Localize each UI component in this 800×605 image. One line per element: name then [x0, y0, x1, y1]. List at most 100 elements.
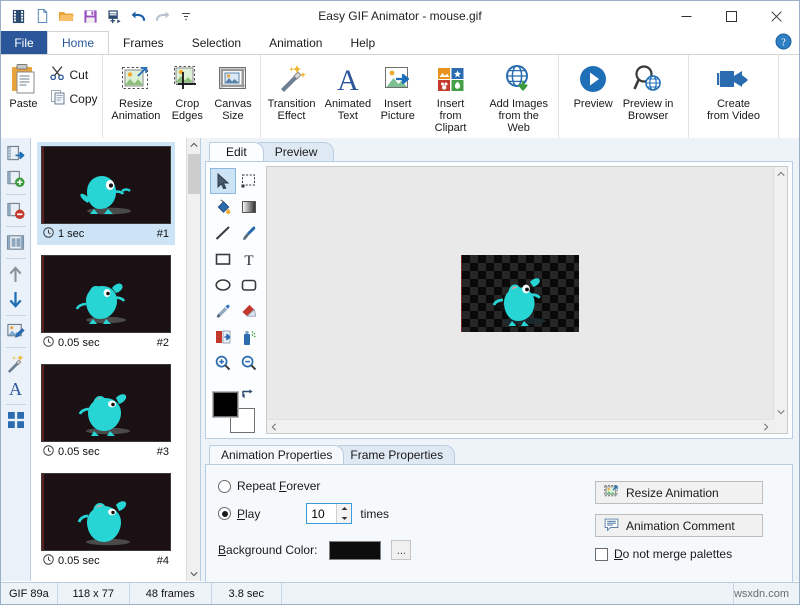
animation-comment-button[interactable]: Animation Comment — [595, 514, 763, 537]
resize-animation-button[interactable]: Resize Animation — [595, 481, 763, 504]
redo-icon[interactable] — [151, 5, 173, 27]
preview-button[interactable]: Preview — [569, 59, 618, 110]
frame-item-2[interactable]: 0.05 sec #2 — [37, 251, 175, 354]
canvas-viewport[interactable] — [267, 167, 773, 419]
move-down-icon[interactable] — [4, 287, 28, 311]
export-frames-icon[interactable] — [4, 141, 28, 165]
export-icon[interactable] — [103, 5, 125, 27]
paste-button[interactable]: Paste — [2, 59, 46, 110]
film-strip-icon[interactable] — [7, 5, 29, 27]
background-color-browse-button[interactable]: ... — [391, 540, 412, 560]
move-up-icon[interactable] — [4, 262, 28, 286]
repeat-forever-radio[interactable] — [218, 479, 231, 493]
scroll-down-button[interactable] — [187, 567, 200, 581]
create-from-video-label-2: from Video — [707, 110, 760, 122]
frames-panel[interactable]: 1 sec #1 0.05 sec #2 0.05 sec #3 0.05 se… — [31, 138, 201, 581]
frame-item-4[interactable]: 0.05 sec #4 — [37, 469, 175, 572]
resize-animation-button[interactable]: Resize Animation — [106, 59, 165, 122]
do-not-merge-palettes-row[interactable]: Do not merge palettes — [595, 547, 780, 561]
maximize-button[interactable] — [709, 1, 754, 31]
foreground-color-swatch[interactable] — [212, 391, 239, 418]
tab-edit[interactable]: Edit — [209, 142, 264, 161]
gradient-tool[interactable] — [236, 194, 262, 220]
scroll-up-button[interactable] — [774, 167, 788, 181]
repeat-forever-row[interactable]: Repeat Forever — [218, 479, 595, 493]
insert-clipart-button[interactable]: Insert from Clipart — [420, 59, 482, 134]
tab-home[interactable]: Home — [47, 31, 110, 54]
zoom-in-tool[interactable] — [210, 350, 236, 376]
marquee-select-tool[interactable] — [236, 168, 262, 194]
crop-edges-button[interactable]: Crop Edges — [165, 59, 209, 122]
background-color-swatch[interactable] — [329, 540, 382, 560]
tab-animation-properties[interactable]: Animation Properties — [209, 445, 345, 464]
scroll-up-button[interactable] — [187, 138, 200, 152]
eraser-tool[interactable] — [236, 298, 262, 324]
zoom-out-tool[interactable] — [236, 350, 262, 376]
spray-can-tool[interactable] — [236, 324, 262, 350]
play-count-input[interactable] — [307, 505, 338, 522]
play-radio[interactable] — [218, 507, 231, 520]
scroll-down-button[interactable] — [774, 405, 788, 419]
play-count-stepper[interactable] — [306, 503, 353, 524]
tab-selection[interactable]: Selection — [178, 31, 255, 54]
preview-browser-button[interactable]: Preview in Browser — [618, 59, 679, 122]
frame-item-3[interactable]: 0.05 sec #3 — [37, 360, 175, 463]
text-tool[interactable]: T — [236, 246, 262, 272]
scrollbar-thumb[interactable] — [188, 154, 200, 194]
scroll-left-button[interactable] — [267, 420, 281, 434]
do-not-merge-checkbox[interactable] — [595, 547, 608, 561]
save-icon[interactable] — [79, 5, 101, 27]
add-images-web-button[interactable]: Add Images from the Web — [481, 59, 556, 134]
transition-effect-button[interactable]: Transition Effect — [263, 59, 320, 122]
brush-tool[interactable] — [236, 220, 262, 246]
line-tool[interactable] — [210, 220, 236, 246]
close-button[interactable] — [754, 1, 799, 31]
animated-text-button[interactable]: A Animated Text — [320, 59, 376, 122]
eyedropper-tool[interactable] — [210, 298, 236, 324]
tab-animation[interactable]: Animation — [255, 31, 336, 54]
undo-icon[interactable] — [127, 5, 149, 27]
customize-qat-icon[interactable] — [175, 5, 197, 27]
copy-button[interactable]: Copy — [46, 87, 102, 110]
stepper-buttons[interactable] — [336, 504, 352, 524]
add-images-web-label-1: Add Images — [489, 98, 549, 110]
create-from-video-button[interactable]: Create from Video — [702, 59, 765, 122]
rounded-rect-tool[interactable] — [236, 272, 262, 298]
grid-view-icon[interactable] — [4, 408, 28, 432]
tab-preview[interactable]: Preview — [257, 142, 335, 161]
effects-wand-icon[interactable] — [4, 351, 28, 375]
tab-frame-properties[interactable]: Frame Properties — [338, 445, 456, 464]
delete-frame-icon[interactable] — [4, 198, 28, 222]
canvas-area[interactable] — [266, 166, 788, 434]
scroll-right-button[interactable] — [759, 420, 773, 434]
text-tool-icon[interactable]: A — [4, 376, 28, 400]
tab-file[interactable]: File — [1, 31, 47, 54]
new-file-icon[interactable] — [31, 5, 53, 27]
paint-bucket-tool[interactable] — [210, 194, 236, 220]
cut-label: Cut — [69, 67, 89, 82]
select-arrow-tool[interactable] — [210, 168, 236, 194]
edit-frame-icon[interactable] — [4, 319, 28, 343]
help-icon[interactable]: ? — [775, 33, 793, 51]
divider — [5, 226, 26, 227]
stepper-up-icon[interactable] — [337, 504, 351, 514]
swap-colors-icon[interactable] — [241, 388, 255, 403]
stepper-down-icon[interactable] — [337, 514, 351, 524]
duplicate-frame-icon[interactable] — [4, 230, 28, 254]
canvas-vertical-scrollbar[interactable] — [773, 167, 787, 419]
tab-frames[interactable]: Frames — [109, 31, 178, 54]
add-frame-icon[interactable] — [4, 166, 28, 190]
flip-tool[interactable] — [210, 324, 236, 350]
cut-button[interactable]: Cut — [46, 63, 102, 86]
open-folder-icon[interactable] — [55, 5, 77, 27]
frame-item-1[interactable]: 1 sec #1 — [37, 142, 175, 245]
tab-help[interactable]: Help — [336, 31, 389, 54]
canvas-size-button[interactable]: Canvas Size — [209, 59, 256, 122]
insert-picture-button[interactable]: Insert Picture — [376, 59, 420, 122]
ellipse-tool[interactable] — [210, 272, 236, 298]
minimize-button[interactable] — [664, 1, 709, 31]
rectangle-outline-tool[interactable] — [210, 246, 236, 272]
frames-scrollbar[interactable] — [186, 138, 200, 581]
canvas-image[interactable] — [461, 254, 579, 332]
canvas-horizontal-scrollbar[interactable] — [267, 419, 773, 433]
